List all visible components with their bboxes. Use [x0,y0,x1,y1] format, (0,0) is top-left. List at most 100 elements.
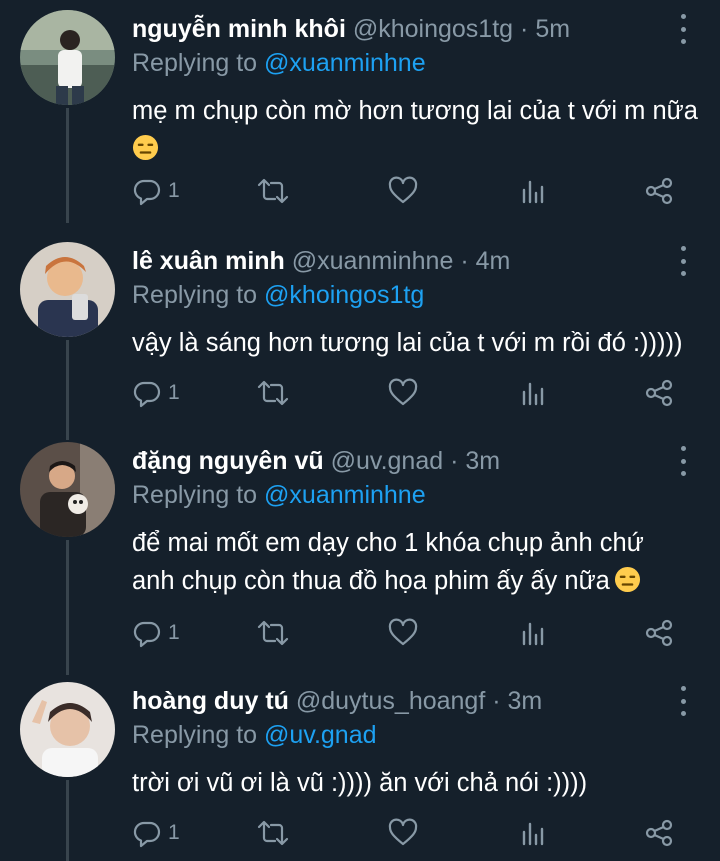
share-button[interactable] [644,816,674,850]
like-button[interactable] [388,174,418,208]
heart-icon [388,618,418,646]
expressionless-face-icon [132,134,159,161]
separator-dot: · [450,447,459,475]
user-handle[interactable]: @duytus_hoangf [296,687,485,715]
reply-icon [133,821,161,848]
tweet-header: nguyễn minh khôi @khoingos1tg · 5m [132,12,670,46]
share-icon [645,619,673,647]
share-button[interactable] [644,616,674,650]
replying-to-label: Replying to [132,49,258,77]
tweet[interactable]: lê xuân minh @xuanminhne · 4m Replying t… [0,232,720,432]
retweet-button[interactable] [256,616,290,650]
mention-link[interactable]: @xuanminhne [264,481,426,509]
reply-count: 1 [168,179,180,202]
separator-dot: · [492,687,501,715]
analytics-button[interactable] [518,616,548,650]
display-name[interactable]: đặng nguyên vũ [132,447,324,475]
mention-link[interactable]: @uv.gnad [264,721,377,749]
user-handle[interactable]: @khoingos1tg [353,15,513,43]
tweet[interactable]: nguyễn minh khôi @khoingos1tg · 5m Reply… [0,0,720,226]
share-button[interactable] [644,174,674,208]
analytics-button[interactable] [518,376,548,410]
reply-icon [133,179,161,206]
tweet-text: mẹ m chụp còn mờ hơn tương lai của t với… [132,92,700,168]
analytics-icon [522,180,544,204]
tweet-text-line: để mai mốt em dạy cho 1 khóa chụp ảnh ch… [132,529,644,557]
share-icon [645,177,673,205]
heart-icon [388,176,418,204]
analytics-icon [522,622,544,646]
retweet-button[interactable] [256,376,290,410]
timestamp[interactable]: 4m [476,247,511,275]
reply-count: 1 [168,821,180,844]
replying-to: Replying to @xuanminhne [132,478,426,512]
timestamp[interactable]: 5m [535,15,570,43]
tweet-text: trời ơi vũ ơi là vũ :)))) ăn với chả nói… [132,764,700,802]
tweet-text: để mai mốt em dạy cho 1 khóa chụp ảnh ch… [132,524,700,600]
more-options-icon[interactable] [678,14,688,44]
avatar[interactable] [20,682,115,777]
tweet-actions: 1 [132,174,680,208]
more-options-icon[interactable] [678,446,688,476]
tweet-actions: 1 [132,816,680,850]
timestamp[interactable]: 3m [465,447,500,475]
heart-icon [388,818,418,846]
replying-to: Replying to @uv.gnad [132,718,377,752]
tweet[interactable]: hoàng duy tú @duytus_hoangf · 3m Replyin… [0,672,720,861]
retweet-button[interactable] [256,174,290,208]
reply-button[interactable]: 1 [132,174,180,208]
separator-dot: · [520,15,529,43]
reply-icon [133,381,161,408]
share-icon [645,379,673,407]
tweet[interactable]: đặng nguyên vũ @uv.gnad · 3m Replying to… [0,432,720,672]
analytics-icon [522,822,544,846]
reply-count: 1 [168,381,180,404]
avatar[interactable] [20,442,115,537]
tweet-text: vậy là sáng hơn tương lai của t với m rồ… [132,324,700,362]
retweet-button[interactable] [256,816,290,850]
tweet-text-line: vậy là sáng hơn tương lai của t với m rồ… [132,329,683,357]
display-name[interactable]: nguyễn minh khôi [132,15,346,43]
tweet-header: đặng nguyên vũ @uv.gnad · 3m [132,444,670,478]
analytics-button[interactable] [518,174,548,208]
retweet-icon [257,380,289,406]
analytics-button[interactable] [518,816,548,850]
replying-to-label: Replying to [132,281,258,309]
expressionless-face-icon [614,566,640,593]
mention-link[interactable]: @khoingos1tg [264,281,424,309]
retweet-icon [257,178,289,204]
reply-button[interactable]: 1 [132,376,180,410]
reply-button[interactable]: 1 [132,816,180,850]
avatar[interactable] [20,10,115,105]
tweet-header: hoàng duy tú @duytus_hoangf · 3m [132,684,670,718]
tweet-header: lê xuân minh @xuanminhne · 4m [132,244,670,278]
display-name[interactable]: hoàng duy tú [132,687,289,715]
reply-icon [133,621,161,648]
display-name[interactable]: lê xuân minh [132,247,285,275]
mention-link[interactable]: @xuanminhne [264,49,426,77]
more-options-icon[interactable] [678,246,688,276]
like-button[interactable] [388,376,418,410]
tweet-actions: 1 [132,376,680,410]
replying-to-label: Replying to [132,481,258,509]
retweet-icon [257,620,289,646]
more-options-icon[interactable] [678,686,688,716]
share-icon [645,819,673,847]
replying-to: Replying to @xuanminhne [132,46,426,80]
like-button[interactable] [388,616,418,650]
user-handle[interactable]: @uv.gnad [331,447,444,475]
retweet-icon [257,820,289,846]
like-button[interactable] [388,816,418,850]
tweet-actions: 1 [132,616,680,650]
user-handle[interactable]: @xuanminhne [292,247,454,275]
tweet-text-line: trời ơi vũ ơi là vũ :)))) ăn với chả nói… [132,769,588,797]
avatar[interactable] [20,242,115,337]
share-button[interactable] [644,376,674,410]
replying-to: Replying to @khoingos1tg [132,278,424,312]
timestamp[interactable]: 3m [508,687,543,715]
tweet-text-line: mẹ m chụp còn mờ hơn tương lai của t với… [132,97,698,125]
separator-dot: · [460,247,469,275]
reply-count: 1 [168,621,180,644]
analytics-icon [522,382,544,406]
reply-button[interactable]: 1 [132,616,180,650]
